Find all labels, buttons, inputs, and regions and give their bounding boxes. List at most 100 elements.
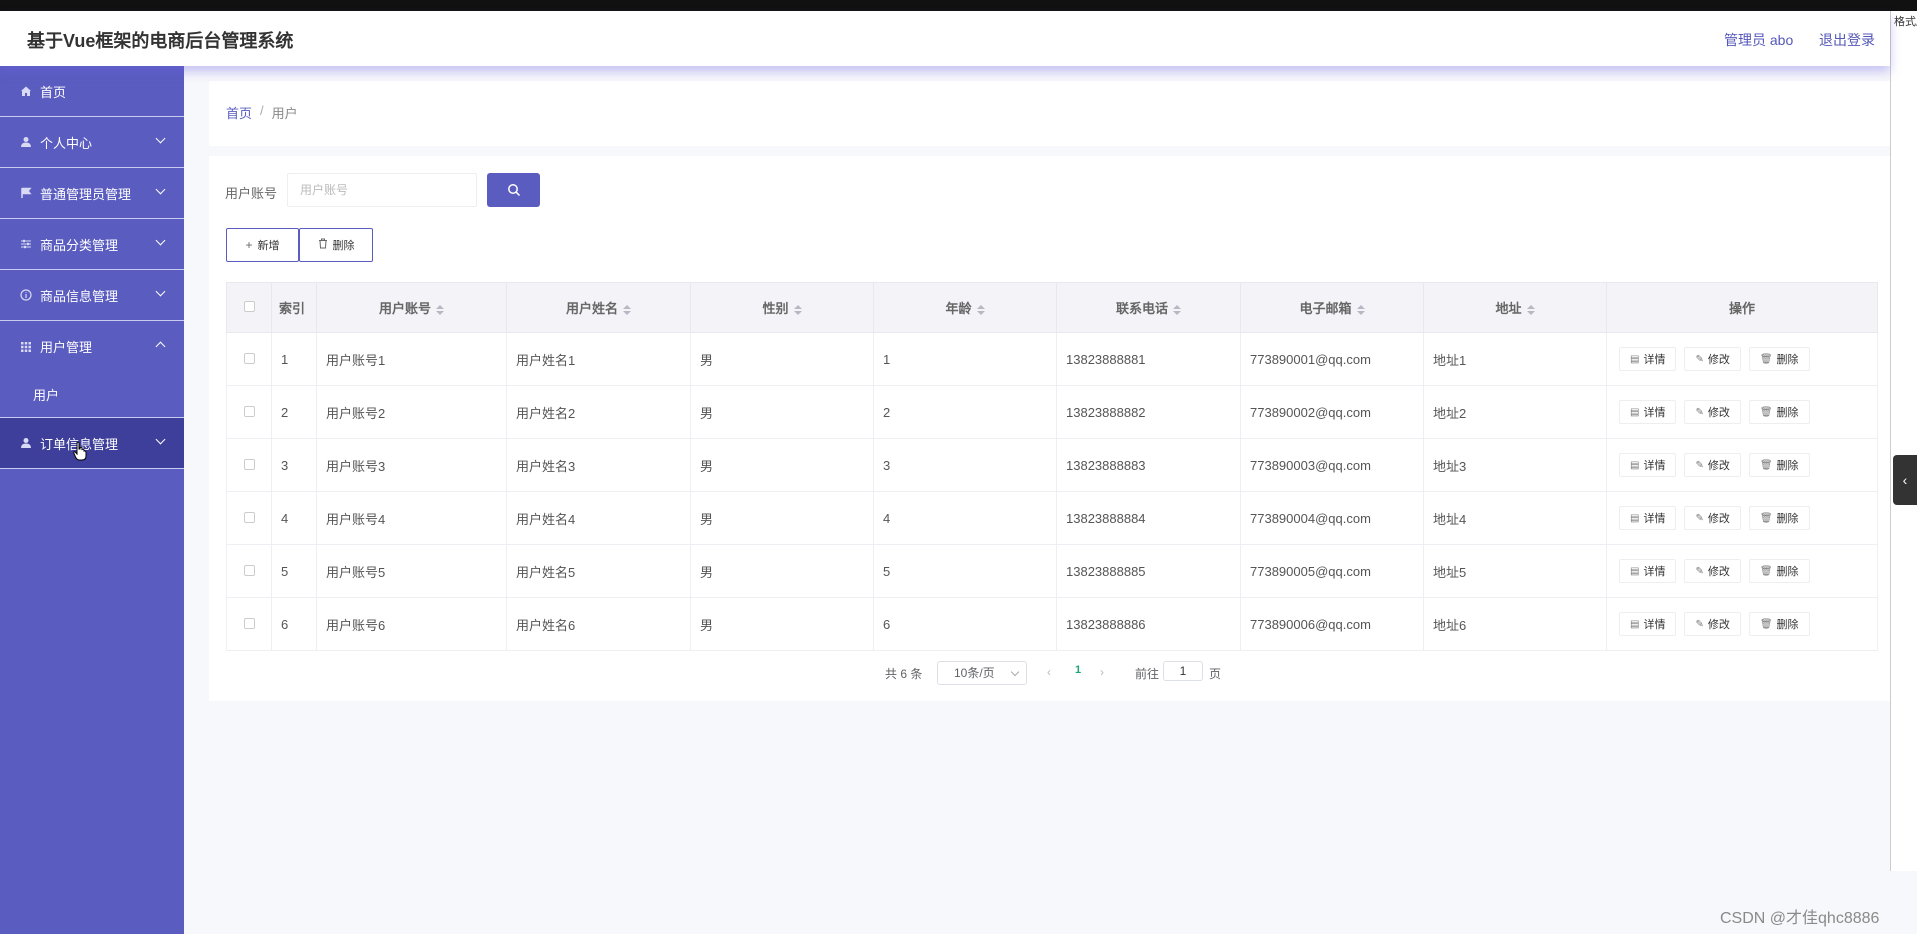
sidebar-subitem-users[interactable]: 用户	[0, 372, 184, 418]
detail-button[interactable]: ▤ 详情	[1619, 559, 1677, 583]
column-header-address[interactable]: 地址	[1423, 282, 1607, 333]
cell-actions: ▤ 详情 ✎ 修改 🗑 删除	[1606, 491, 1878, 545]
table-row[interactable]: 3 用户账号3 用户姓名3 男 3 13823888883 773890003@qq.com…	[226, 438, 1878, 492]
detail-label: 详情	[1643, 354, 1666, 366]
trash-icon: 🗑	[1759, 459, 1773, 471]
delete-label: 删除	[1776, 619, 1799, 631]
row-checkbox[interactable]	[243, 458, 255, 470]
sort-icon[interactable]	[1173, 304, 1181, 315]
delete-button[interactable]: 🗑 删除	[1748, 612, 1810, 636]
add-button[interactable]: + 新增	[226, 228, 299, 262]
row-actions: ▤ 详情 ✎ 修改 🗑 删除	[1616, 347, 1877, 371]
row-select-cell[interactable]	[226, 544, 272, 598]
column-header-label: 年龄	[945, 301, 972, 316]
sidebar-item-home[interactable]: 首页	[0, 66, 184, 117]
column-header-age[interactable]: 年龄	[873, 282, 1057, 333]
window-top-strip	[0, 0, 1917, 11]
row-checkbox[interactable]	[243, 352, 255, 364]
sort-icon[interactable]	[793, 304, 802, 315]
pagination-total: 共 6 条	[885, 667, 923, 681]
row-select-cell[interactable]	[226, 438, 272, 492]
table-row[interactable]: 1 用户账号1 用户姓名1 男 1 13823888881 773890001@qq.com…	[226, 332, 1878, 386]
delete-button[interactable]: 🗑 删除	[1748, 400, 1810, 424]
sidebar-item-admin-management[interactable]: 普通管理员管理	[0, 168, 184, 219]
table-row[interactable]: 4 用户账号4 用户姓名4 男 4 13823888884 773890004@qq.com…	[226, 491, 1878, 545]
collapse-panel-button[interactable]: ‹	[1893, 455, 1917, 505]
batch-delete-button[interactable]: 删除	[299, 228, 373, 262]
sort-icon[interactable]	[436, 304, 444, 315]
detail-button[interactable]: ▤ 详情	[1619, 506, 1677, 530]
delete-label: 删除	[1776, 407, 1799, 419]
sidebar-item-product-management[interactable]: 商品信息管理	[0, 270, 184, 321]
next-page-button[interactable]: ›	[1100, 665, 1104, 679]
delete-button[interactable]: 🗑 删除	[1748, 453, 1810, 477]
page-size-select[interactable]: 10条/页	[937, 661, 1027, 685]
column-header-phone[interactable]: 联系电话	[1056, 282, 1241, 333]
page-number-current[interactable]: 1	[1075, 664, 1081, 676]
breadcrumb-home[interactable]: 首页	[226, 103, 252, 122]
sidebar-item-category-management[interactable]: 商品分类管理	[0, 219, 184, 270]
table-row[interactable]: 2 用户账号2 用户姓名2 男 2 13823888882 773890002@qq.com…	[226, 385, 1878, 439]
table-row[interactable]: 5 用户账号5 用户姓名5 男 5 13823888885 773890005@qq.com…	[226, 544, 1878, 598]
cell-actions: ▤ 详情 ✎ 修改 🗑 删除	[1606, 438, 1878, 492]
row-select-cell[interactable]	[226, 491, 272, 545]
delete-button[interactable]: 🗑 删除	[1748, 559, 1810, 583]
search-input[interactable]	[287, 173, 477, 207]
column-header-gender[interactable]: 性别	[690, 282, 874, 333]
watermark: CSDN @才佳qhc8886	[1720, 910, 1880, 927]
cell-email: 773890004@qq.com	[1240, 491, 1424, 545]
edit-button[interactable]: ✎ 修改	[1684, 347, 1741, 371]
detail-button[interactable]: ▤ 详情	[1619, 400, 1677, 424]
edit-button[interactable]: ✎ 修改	[1684, 506, 1741, 530]
cell-age: 4	[873, 491, 1057, 545]
row-select-cell[interactable]	[226, 332, 272, 386]
delete-button[interactable]: 🗑 删除	[1748, 347, 1810, 371]
row-checkbox[interactable]	[243, 511, 255, 523]
sidebar-item-order-management[interactable]: 订单信息管理	[0, 418, 184, 469]
page-size-value: 10条/页	[954, 666, 995, 680]
current-user-label[interactable]: 管理员 abo	[1724, 30, 1793, 50]
select-all-header[interactable]	[226, 282, 272, 333]
sidebar-item-personal-center[interactable]: 个人中心	[0, 117, 184, 168]
document-icon: ▤	[1630, 512, 1640, 524]
edit-icon: ✎	[1695, 459, 1704, 471]
edit-button[interactable]: ✎ 修改	[1684, 612, 1741, 636]
column-header-label: 地址	[1495, 301, 1522, 316]
column-header-email[interactable]: 电子邮箱	[1240, 282, 1424, 333]
app-title: 基于Vue框架的电商后台管理系统	[27, 31, 294, 51]
logout-link[interactable]: 退出登录	[1819, 30, 1875, 50]
edit-button[interactable]: ✎ 修改	[1684, 453, 1741, 477]
goto-page-input[interactable]	[1163, 661, 1203, 681]
column-header-name[interactable]: 用户姓名	[506, 282, 691, 333]
cell-phone: 13823888884	[1056, 491, 1241, 545]
detail-button[interactable]: ▤ 详情	[1619, 347, 1677, 371]
sort-icon[interactable]	[976, 304, 985, 315]
search-label: 用户账号	[225, 186, 278, 201]
cell-index: 5	[271, 544, 317, 598]
edit-button[interactable]: ✎ 修改	[1684, 400, 1741, 424]
row-checkbox[interactable]	[243, 617, 255, 629]
sort-icon[interactable]	[1526, 304, 1535, 315]
plus-icon: +	[245, 238, 253, 252]
sidebar-item-user-management[interactable]: 用户管理	[0, 321, 184, 372]
user-icon	[19, 436, 33, 450]
select-all-checkbox[interactable]	[243, 301, 255, 312]
detail-button[interactable]: ▤ 详情	[1619, 453, 1677, 477]
document-icon: ▤	[1630, 406, 1640, 418]
delete-button[interactable]: 🗑 删除	[1748, 506, 1810, 530]
row-checkbox[interactable]	[243, 405, 255, 417]
table-row[interactable]: 6 用户账号6 用户姓名6 男 6 13823888886 773890006@qq.com…	[226, 597, 1878, 651]
home-icon	[19, 84, 33, 98]
row-select-cell[interactable]	[226, 385, 272, 439]
search-button[interactable]	[487, 173, 540, 207]
prev-page-button[interactable]: ‹	[1047, 665, 1051, 679]
column-header-account[interactable]: 用户账号	[316, 282, 507, 333]
chevron-down-icon	[1010, 667, 1020, 677]
sort-icon[interactable]	[1356, 304, 1365, 315]
detail-button[interactable]: ▤ 详情	[1619, 612, 1677, 636]
cell-actions: ▤ 详情 ✎ 修改 🗑 删除	[1606, 332, 1878, 386]
row-select-cell[interactable]	[226, 597, 272, 651]
row-checkbox[interactable]	[243, 564, 255, 576]
edit-button[interactable]: ✎ 修改	[1684, 559, 1741, 583]
sort-icon[interactable]	[623, 304, 631, 315]
